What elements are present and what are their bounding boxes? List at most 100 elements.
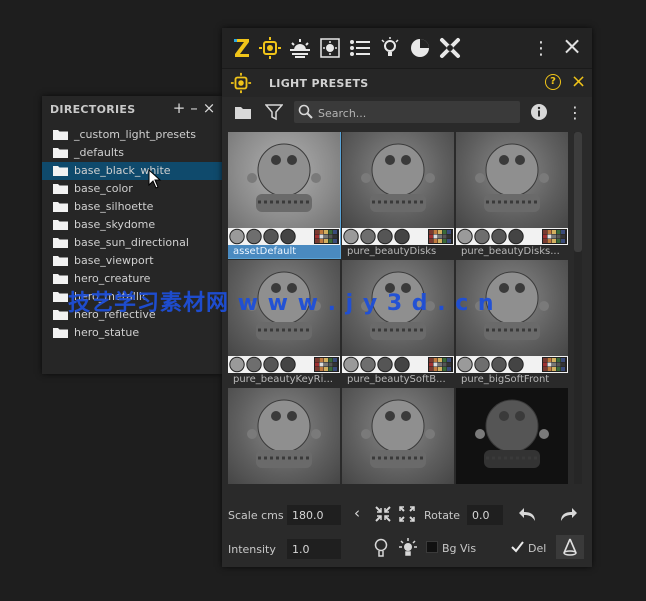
search-box — [294, 101, 520, 123]
preset-name: pure_beautySoftB... — [347, 374, 446, 385]
preset-thumbnail — [228, 388, 340, 484]
intensity-field[interactable]: 1.0 — [287, 539, 341, 559]
folder-icon — [53, 292, 68, 302]
presets-more-button[interactable]: ⋮ — [567, 103, 583, 122]
sun-grid-icon[interactable] — [318, 36, 342, 60]
directory-item[interactable]: base_skydome — [42, 216, 222, 234]
scale-field[interactable]: 180.0 — [287, 505, 341, 525]
preset-tile[interactable]: pure_beautySoftB... — [342, 260, 454, 386]
directory-label: base_skydome — [74, 218, 156, 231]
top-toolbar: ⋮ × — [222, 28, 592, 68]
folder-icon — [53, 274, 68, 284]
bulb-icon[interactable] — [378, 36, 402, 60]
robot-render-icon — [475, 143, 549, 212]
material-bar — [456, 228, 568, 245]
preset-thumbnail — [228, 132, 340, 228]
close-window-button[interactable]: × — [562, 34, 582, 58]
preset-tile[interactable]: pure_beautyDisks — [342, 132, 454, 258]
preset-scrollbar[interactable] — [574, 132, 582, 484]
directory-label: base_sun_directional — [74, 236, 189, 249]
directory-label: _defaults — [74, 146, 124, 159]
info-icon[interactable] — [530, 103, 548, 121]
preset-tile[interactable] — [456, 388, 568, 484]
light-list-icon[interactable] — [348, 36, 372, 60]
help-button[interactable]: ? — [545, 74, 561, 90]
folder-icon — [53, 166, 68, 176]
intensity-label: Intensity — [228, 543, 276, 556]
material-bar — [342, 356, 454, 373]
close-presets-button[interactable]: × — [571, 71, 586, 92]
search-input[interactable] — [316, 103, 516, 123]
folder-icon — [53, 130, 68, 140]
minimize-directories-button[interactable]: – — [187, 100, 201, 116]
rotate-label: Rotate — [424, 509, 461, 522]
preset-tile[interactable]: pure_bigSoftFront — [456, 260, 568, 386]
preset-tile[interactable] — [342, 388, 454, 484]
directory-item[interactable]: base_color — [42, 180, 222, 198]
mouse-cursor-icon — [148, 169, 162, 189]
directory-item[interactable]: _defaults — [42, 144, 222, 162]
close-directories-button[interactable]: × — [202, 100, 216, 116]
undo-icon[interactable] — [518, 505, 538, 523]
filter-icon[interactable] — [265, 103, 283, 121]
bulb-glow-icon[interactable] — [398, 537, 418, 557]
robot-render-icon — [361, 399, 435, 468]
directory-item[interactable]: _custom_light_presets — [42, 126, 222, 144]
del-label: Del — [528, 542, 547, 555]
preset-tile[interactable]: pure_beautyKeyRi... — [228, 260, 340, 386]
cone-light-icon[interactable] — [556, 535, 584, 559]
directory-item[interactable]: hero_statue — [42, 324, 222, 342]
folder-icon — [53, 256, 68, 266]
bg-vis-checkbox[interactable] — [426, 541, 438, 553]
directory-label: _custom_light_presets — [74, 128, 196, 141]
directories-header: DIRECTORIES + – × — [42, 96, 222, 122]
crossed-tools-icon[interactable] — [438, 36, 462, 60]
preset-name: assetDefault — [228, 245, 340, 258]
redo-icon[interactable] — [558, 505, 578, 523]
light-presets-title: LIGHT PRESETS — [269, 77, 369, 90]
robot-render-icon — [361, 143, 435, 212]
directory-item[interactable]: base_black_white — [42, 162, 222, 180]
more-options-button[interactable]: ⋮ — [532, 38, 550, 59]
sun-horizon-icon[interactable] — [288, 36, 312, 60]
directory-item[interactable]: base_sun_directional — [42, 234, 222, 252]
directory-item[interactable]: base_viewport — [42, 252, 222, 270]
directory-item[interactable]: base_silhoette — [42, 198, 222, 216]
expand-icon[interactable] — [399, 506, 415, 522]
preset-thumbnail — [456, 132, 568, 228]
folder-icon — [53, 310, 68, 320]
preset-tile[interactable]: pure_beautyDisks... — [456, 132, 568, 258]
directory-label: hero_statue — [74, 326, 140, 339]
folder-icon — [53, 184, 68, 194]
shrink-icon[interactable] — [375, 506, 391, 522]
bg-vis-label: Bg Vis — [442, 542, 477, 555]
material-bar — [342, 228, 454, 245]
folder-icon — [53, 202, 68, 212]
search-icon — [298, 104, 313, 119]
material-bar — [456, 356, 568, 373]
preset-tile[interactable]: assetDefault — [228, 132, 341, 259]
chevron-left-icon[interactable]: ‹ — [354, 504, 360, 522]
directory-label: base_viewport — [74, 254, 154, 267]
material-bar — [228, 356, 340, 373]
folder-icon — [53, 220, 68, 230]
scrollbar-thumb[interactable] — [574, 132, 582, 252]
rotate-field[interactable]: 0.0 — [467, 505, 503, 525]
light-preset-icon[interactable] — [258, 36, 282, 60]
light-preset-icon — [230, 72, 252, 94]
preset-thumbnail — [342, 388, 454, 484]
preset-name: pure_beautyDisks... — [461, 246, 560, 257]
z-logo-icon[interactable] — [230, 36, 254, 60]
pie-icon[interactable] — [408, 36, 432, 60]
folder-icon[interactable] — [234, 104, 252, 120]
folder-icon — [53, 148, 68, 158]
robot-render-icon — [247, 143, 321, 212]
search-row: ⋮ — [222, 98, 592, 130]
watermark-text: 技艺学习素材网 w w w . j y 3 d . c n — [68, 291, 495, 316]
robot-render-icon — [247, 399, 321, 468]
bulb-outline-icon[interactable] — [374, 538, 388, 558]
add-directory-button[interactable]: + — [172, 100, 186, 116]
del-checkbox[interactable] — [511, 540, 524, 553]
material-bar — [228, 228, 340, 245]
preset-tile[interactable] — [228, 388, 340, 484]
